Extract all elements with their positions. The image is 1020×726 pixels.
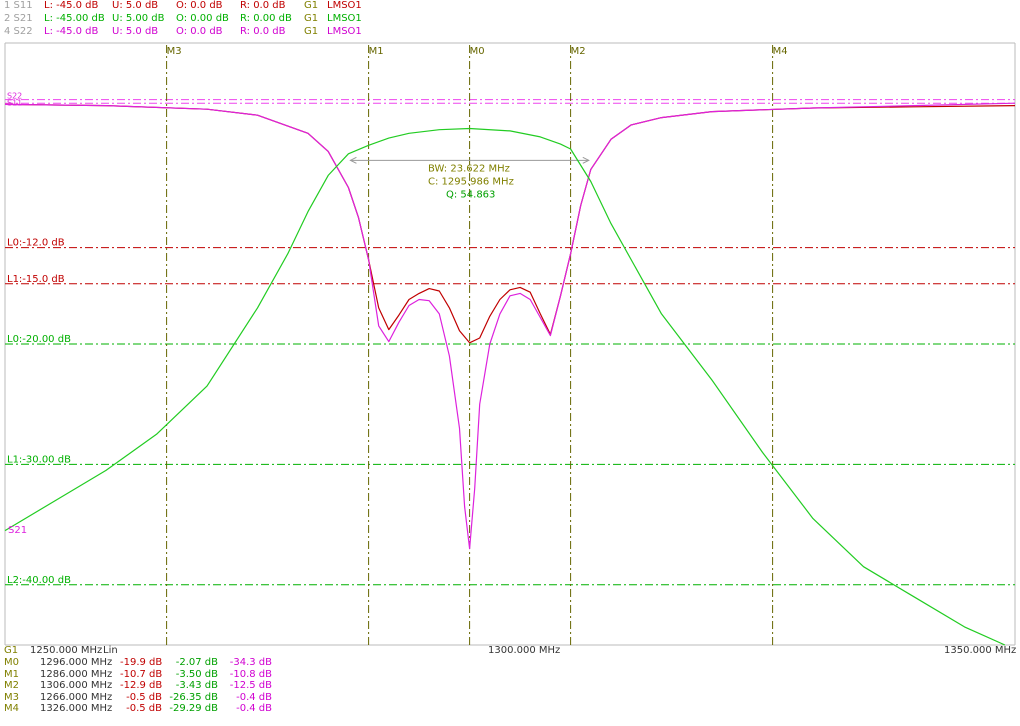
x-start-label: 1250.000 MHz [30,645,103,656]
marker-frequency: 1296.000 MHz [40,657,113,668]
marker-s22-value: -12.5 dB [229,680,272,691]
marker-s22-value: -0.4 dB [236,691,272,703]
bw-value: BW: 23.622 MHz [428,163,510,174]
marker-s22-value: -10.8 dB [229,668,272,680]
marker-s11-value: -0.5 dB [126,691,162,703]
marker-s21-value: -3.43 dB [175,680,218,691]
limit-line-label-2: L0:-20.00 dB [7,334,71,345]
marker-label-m0: M0 [470,46,485,57]
marker-table-row: M2 1306.000 MHz -12.9 dB -3.43 dB -12.5 dB [0,680,400,692]
marker-s22-value: -0.4 dB [236,703,272,714]
marker-table: M0 1296.000 MHz -19.9 dB -2.07 dB -34.3 dB M1… [0,657,400,726]
limit-line-label-0: L0:-12.0 dB [7,238,65,249]
trace-label-s11: S11 [7,99,22,108]
marker-name: M3 [4,691,19,703]
limit-line-label-3: L1:-30.00 dB [7,454,71,465]
marker-table-row: M0 1296.000 MHz -19.9 dB -2.07 dB -34.3 dB [0,657,400,669]
x-stop-label: 1350.000 MHz [944,645,1017,656]
marker-table-row: M4 1326.000 MHz -0.5 dB -29.29 dB -0.4 dB [0,703,400,715]
marker-s21-value: -29.29 dB [169,703,218,714]
q-value: Q: 54.863 [446,189,495,200]
marker-name: M2 [4,680,19,691]
sparameter-chart: L0:-12.0 dB L1:-15.0 dB L0:-20.00 dB L1:-30… [4,42,1016,646]
marker-name: M1 [4,668,19,680]
marker-s21-value: -2.07 dB [175,657,218,668]
trace-s21 [4,127,1006,646]
marker-name: M4 [4,703,19,714]
marker-name: M0 [4,657,19,668]
limit-line-label-4: L2:-40.00 dB [7,575,71,586]
marker-table-row: M1 1286.000 MHz -10.7 dB -3.50 dB -10.8 dB [0,669,400,681]
marker-label-m3: M3 [167,46,182,57]
trace-s22 [4,102,1016,550]
marker-frequency: 1266.000 MHz [40,691,113,703]
x-scale-label: Lin [103,645,118,656]
marker-s11-value: -19.9 dB [120,657,163,668]
marker-s22-value: -34.3 dB [229,657,272,668]
marker-label-m4: M4 [773,46,788,57]
center-frequency-value: C: 1295.986 MHz [428,176,514,187]
marker-frequency: 1326.000 MHz [40,703,113,714]
marker-s21-value: -3.50 dB [175,668,218,680]
x-center-label: 1300.000 MHz [488,645,561,656]
marker-frequency: 1286.000 MHz [40,668,113,680]
marker-s11-value: -0.5 dB [126,703,162,714]
marker-label-m1: M1 [369,46,384,57]
marker-s11-value: -10.7 dB [120,668,163,680]
trace-s11 [4,103,1016,344]
x-group-label: G1 [4,645,19,656]
marker-table-row: M3 1266.000 MHz -0.5 dB -26.35 dB -0.4 dB [0,692,400,704]
marker-label-m2: M2 [571,46,586,57]
limit-line-label-1: L1:-15.0 dB [7,274,65,285]
marker-s21-value: -26.35 dB [169,691,218,703]
trace-label-s21: S21 [8,525,27,536]
marker-frequency: 1306.000 MHz [40,680,113,691]
marker-s11-value: -12.9 dB [120,680,163,691]
